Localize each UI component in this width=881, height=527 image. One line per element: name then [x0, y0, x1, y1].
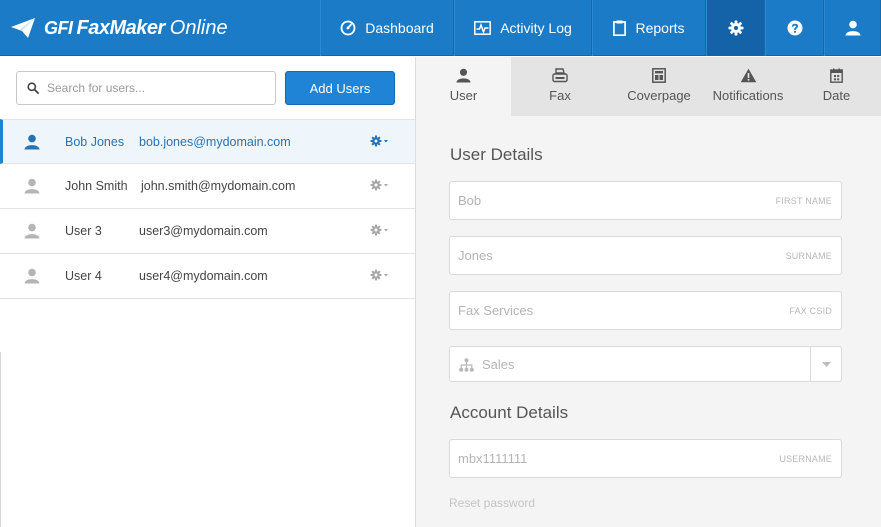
tab-date[interactable]: Date	[792, 57, 881, 116]
tab-fax[interactable]: Fax	[511, 57, 609, 116]
top-navigation-bar: GFI FaxMaker Online Dashboard Activity L…	[0, 0, 881, 56]
tab-notifications-label: Notifications	[712, 88, 784, 103]
activity-chart-icon	[474, 21, 492, 35]
account-details-title: Account Details	[450, 403, 569, 422]
fax-csid-value: Fax Services	[458, 303, 534, 318]
nav-activity-log-label: Activity Log	[500, 20, 572, 36]
department-value: Sales	[482, 357, 515, 372]
user-name: User 4	[65, 269, 102, 283]
user-search-input[interactable]	[47, 81, 257, 95]
row-settings-menu[interactable]	[370, 135, 389, 147]
row-settings-menu[interactable]	[370, 269, 389, 281]
user-icon	[24, 223, 40, 239]
user-email: user4@mydomain.com	[139, 269, 268, 283]
username-value: mbx1111111	[458, 451, 528, 466]
user-row[interactable]: User 4 user4@mydomain.com	[0, 254, 415, 299]
panel-divider	[0, 352, 1, 527]
user-details-panel: User Fax Coverpage Notifications Date Us…	[416, 57, 881, 527]
nav-dashboard[interactable]: Dashboard	[320, 0, 454, 56]
user-details-title: User Details	[450, 145, 543, 164]
warning-icon	[740, 68, 756, 83]
surname-field[interactable]: Jones SURNAME	[449, 236, 842, 275]
tab-date-label: Date	[822, 88, 851, 103]
username-field[interactable]: mbx1111111 USERNAME	[449, 439, 842, 478]
nav-reports-label: Reports	[635, 20, 685, 36]
fax-icon	[552, 68, 568, 83]
search-icon	[27, 82, 39, 94]
tab-user-label: User	[449, 88, 478, 103]
question-icon	[787, 20, 802, 36]
user-email: bob.jones@mydomain.com	[139, 134, 291, 149]
nav-user-menu[interactable]	[824, 0, 881, 56]
gear-dropdown-icon	[370, 179, 388, 191]
gear-dropdown-icon	[370, 135, 388, 147]
surname-value: Jones	[458, 248, 493, 263]
calendar-icon	[830, 68, 843, 83]
coverpage-icon	[652, 68, 666, 83]
settings-tab-bar: User Fax Coverpage Notifications Date	[416, 57, 881, 116]
department-select[interactable]: Sales	[449, 346, 842, 382]
dashboard-icon	[340, 20, 356, 36]
first-name-label: FIRST NAME	[775, 195, 832, 206]
user-row[interactable]: John Smith john.smith@mydomain.com	[0, 164, 415, 209]
add-users-button[interactable]: Add Users	[285, 71, 395, 105]
chevron-down-icon[interactable]	[810, 347, 841, 381]
tab-coverpage-label: Coverpage	[627, 88, 691, 103]
user-icon	[24, 178, 40, 194]
user-email: user3@mydomain.com	[139, 224, 268, 238]
tab-coverpage[interactable]: Coverpage	[609, 57, 709, 116]
nav-help[interactable]	[765, 0, 824, 56]
first-name-field[interactable]: Bob FIRST NAME	[449, 181, 842, 220]
gear-icon	[728, 20, 743, 36]
user-icon	[24, 134, 40, 150]
user-name: Bob Jones	[65, 134, 125, 149]
user-icon	[845, 20, 860, 36]
nav-reports[interactable]: Reports	[592, 0, 706, 56]
user-search-box[interactable]	[16, 71, 276, 105]
tab-user[interactable]: User	[416, 57, 511, 116]
user-name: User 3	[65, 224, 102, 238]
fax-csid-label: FAX CSID	[789, 305, 832, 316]
org-chart-icon	[459, 358, 474, 372]
user-icon	[24, 268, 40, 284]
first-name-value: Bob	[458, 193, 482, 208]
user-name: John Smith	[65, 179, 128, 193]
user-row[interactable]: Bob Jones bob.jones@mydomain.com	[0, 119, 415, 164]
fax-csid-field[interactable]: Fax Services FAX CSID	[449, 291, 842, 330]
brand-suffix: Online	[169, 16, 228, 39]
user-email: john.smith@mydomain.com	[141, 179, 296, 193]
tab-notifications[interactable]: Notifications	[709, 57, 787, 116]
gear-dropdown-icon	[370, 269, 388, 281]
row-settings-menu[interactable]	[370, 179, 389, 191]
row-settings-menu[interactable]	[370, 224, 389, 236]
clipboard-icon	[613, 20, 627, 36]
app-logo[interactable]: GFI FaxMaker Online	[10, 12, 228, 44]
nav-dashboard-label: Dashboard	[365, 20, 434, 36]
paper-plane-icon	[11, 18, 35, 38]
nav-activity-log[interactable]: Activity Log	[454, 0, 592, 56]
user-row[interactable]: User 3 user3@mydomain.com	[0, 209, 415, 254]
user-list-panel: Add Users Bob Jones bob.jones@mydomain.c…	[0, 57, 416, 527]
gear-dropdown-icon	[370, 224, 388, 236]
brand-gfi: GFI	[44, 17, 73, 38]
tab-fax-label: Fax	[549, 88, 571, 103]
surname-label: SURNAME	[785, 250, 832, 261]
brand-product: FaxMaker	[76, 16, 166, 39]
nav-settings[interactable]	[706, 0, 765, 56]
user-icon	[456, 68, 471, 83]
reset-password-link[interactable]: Reset password	[449, 496, 535, 510]
user-list: Bob Jones bob.jones@mydomain.com John Sm…	[0, 119, 415, 299]
username-label: USERNAME	[779, 453, 832, 464]
